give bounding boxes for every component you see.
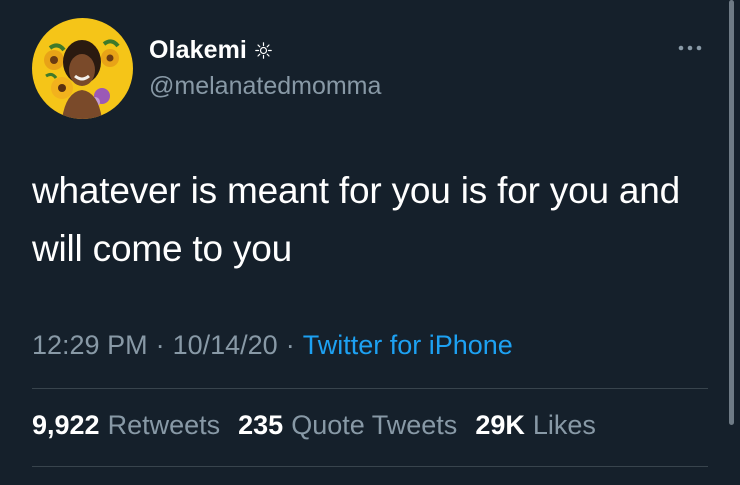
likes-label: Likes: [532, 410, 596, 440]
user-name-row: Olakemi: [149, 33, 272, 67]
tweet-date[interactable]: 10/14/20: [173, 330, 278, 360]
tweet-detail: Olakemi @melanatedmomma whatever is mean…: [0, 0, 740, 485]
tweet-meta: 12:29 PM · 10/14/20 · Twitter for iPhone: [32, 330, 513, 361]
quote-tweets-stat[interactable]: 235 Quote Tweets: [238, 410, 457, 441]
meta-separator: ·: [285, 330, 295, 360]
likes-stat[interactable]: 29K Likes: [475, 410, 596, 441]
tweet-stats: 9,922 Retweets 235 Quote Tweets 29K Likes: [32, 410, 614, 441]
divider: [32, 388, 708, 389]
retweets-count: 9,922: [32, 410, 100, 440]
retweets-stat[interactable]: 9,922 Retweets: [32, 410, 220, 441]
tweet-time[interactable]: 12:29 PM: [32, 330, 148, 360]
retweets-label: Retweets: [107, 410, 221, 440]
likes-count: 29K: [475, 410, 525, 440]
tweet-text: whatever is meant for you is for you and…: [32, 170, 681, 269]
scrollbar[interactable]: [729, 0, 734, 425]
tweet-source-link[interactable]: Twitter for iPhone: [303, 330, 513, 360]
user-handle[interactable]: @melanatedmomma: [149, 72, 381, 101]
meta-separator: ·: [155, 330, 165, 360]
quote-tweets-count: 235: [238, 410, 284, 440]
quote-tweets-label: Quote Tweets: [291, 410, 458, 440]
display-name[interactable]: Olakemi: [149, 36, 247, 65]
sun-icon: [255, 41, 272, 59]
more-options-icon[interactable]: [676, 38, 706, 58]
avatar[interactable]: [32, 18, 133, 119]
divider: [32, 466, 708, 467]
